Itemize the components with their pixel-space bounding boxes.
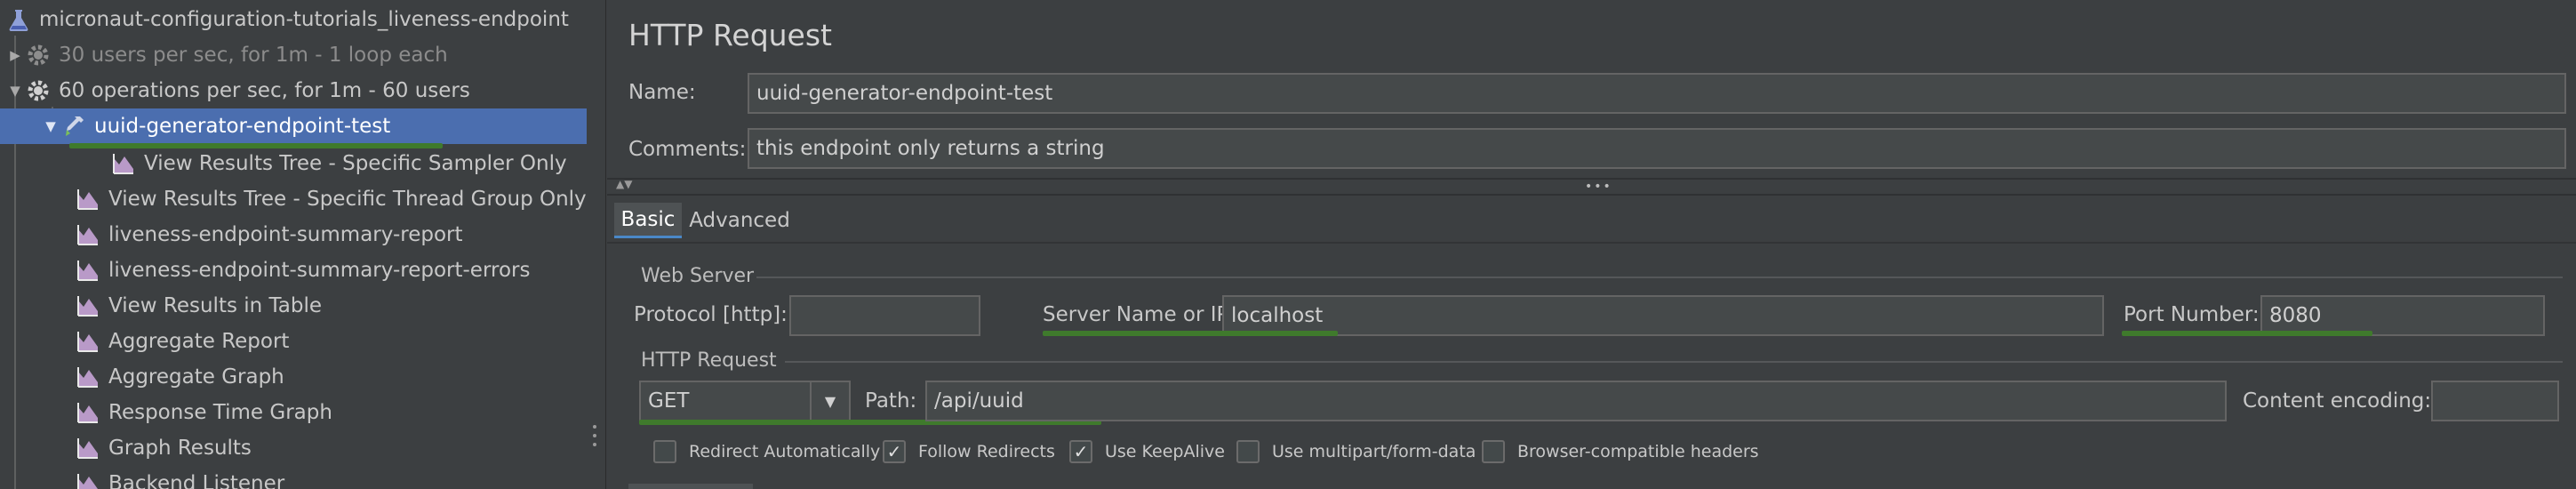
tree-item-listener[interactable]: View Results Tree - Specific Thread Grou… [0,181,587,217]
tab-advanced[interactable]: Advanced [685,203,794,238]
tree-item-label: View Results Tree - Specific Thread Grou… [108,188,587,211]
checkbox-box[interactable] [1236,440,1260,463]
chevron-right-icon[interactable]: ▶ [5,45,25,65]
http-request-section-label: HTTP Request [641,349,777,372]
graph-icon [75,399,101,426]
test-plan-tree[interactable]: micronaut-configuration-tutorials_livene… [0,0,587,489]
flask-icon [5,6,32,33]
tree-item-listener[interactable]: liveness-endpoint-summary-report [0,217,587,253]
redirect-automatically-checkbox[interactable]: Redirect Automatically [653,440,880,463]
annotation-underline [1043,331,1338,336]
tree-item-listener[interactable]: Aggregate Graph [0,359,587,395]
graph-icon [75,186,101,212]
resize-grip-icon[interactable]: ••• [1585,180,1612,194]
graph-icon [75,364,101,390]
tree-item-label: View Results Tree - Specific Sampler Onl… [144,152,567,175]
checkbox-box[interactable]: ✓ [1069,440,1092,463]
http-request-form: HTTP Request Name: uuid-generator-endpoi… [607,0,2576,489]
tree-item-label: 60 operations per sec, for 1m - 60 users [59,79,470,102]
tree-item-listener[interactable]: Response Time Graph [0,395,587,430]
tree-item-listener[interactable]: Backend Listener [0,466,587,489]
checkbox-label: Use multipart/form-data [1272,442,1476,461]
tree-item-listener[interactable]: Aggregate Report [0,324,587,359]
tree-item-http-sampler[interactable]: ▼ uuid-generator-endpoint-test [0,108,587,144]
section-divider [756,277,2563,278]
path-label: Path: [865,389,917,413]
port-number-label: Port Number: [2124,303,2260,326]
comments-input[interactable]: this endpoint only returns a string [748,128,2566,169]
tree-item-thread-group[interactable]: ▼ 60 operations per sec, for 1m - 60 use… [0,73,587,108]
content-encoding-input[interactable] [2431,381,2559,421]
checkbox-label: Follow Redirects [918,442,1055,461]
chevron-down-icon[interactable]: ▼ [810,382,849,420]
protocol-label: Protocol [http]: [634,303,788,326]
section-divider [785,361,2563,363]
tree-item-label: 30 users per sec, for 1m - 1 loop each [59,44,448,67]
tree-item-test-plan[interactable]: micronaut-configuration-tutorials_livene… [0,2,587,37]
path-input[interactable]: /api/uuid [925,381,2227,421]
graph-icon [75,293,101,319]
graph-icon [75,328,101,355]
server-name-input[interactable]: localhost [1222,295,2104,336]
next-section-edge [628,484,753,489]
comments-label: Comments: [628,138,747,161]
panel-splitter[interactable] [587,0,606,489]
tree-item-listener[interactable]: View Results Tree - Specific Sampler Onl… [0,146,587,181]
name-input[interactable]: uuid-generator-endpoint-test [748,73,2566,114]
tree-item-label: uuid-generator-endpoint-test [94,115,391,138]
name-label: Name: [628,81,696,104]
tree-item-listener[interactable]: liveness-endpoint-summary-report-errors [0,253,587,288]
checkbox-label: Use KeepAlive [1105,442,1225,461]
chevron-down-icon[interactable]: ▼ [41,116,60,136]
method-select[interactable]: GET ▼ [639,381,851,421]
tree-item-listener[interactable]: Graph Results [0,430,587,466]
tab-basic[interactable]: Basic [614,203,682,238]
tree-item-label: Graph Results [108,437,252,460]
checkbox-label: Browser-compatible headers [1517,442,1759,461]
pipette-icon [60,113,87,140]
divider [607,194,2576,196]
page-title: HTTP Request [628,18,832,52]
annotation-underline [2122,331,2372,336]
gear-icon [25,77,52,104]
checkbox-box[interactable] [1482,440,1505,463]
content-encoding-label: Content encoding: [2243,389,2432,413]
divider [607,242,2576,244]
tree-item-label: Aggregate Graph [108,365,284,389]
collapse-arrows-icon[interactable]: ▲▼ [616,178,632,190]
checkbox-label: Redirect Automatically [689,442,881,461]
method-select-value: GET [648,389,690,413]
tree-item-label: View Results in Table [108,294,323,317]
tree-item-label: Response Time Graph [108,401,332,424]
use-keepalive-checkbox[interactable]: ✓ Use KeepAlive [1069,440,1225,463]
gear-icon [25,42,52,68]
tree-item-label: liveness-endpoint-summary-report [108,223,463,246]
checkbox-box[interactable]: ✓ [883,440,906,463]
server-name-label: Server Name or IP: [1043,303,1236,326]
tree-item-listener[interactable]: View Results in Table [0,288,587,324]
protocol-input[interactable] [789,295,980,336]
graph-icon [110,150,137,177]
tree-item-label: liveness-endpoint-summary-report-errors [108,259,531,282]
graph-icon [75,221,101,248]
tree-item-label: Aggregate Report [108,330,290,353]
graph-icon [75,470,101,489]
follow-redirects-checkbox[interactable]: ✓ Follow Redirects [883,440,1055,463]
chevron-down-icon[interactable]: ▼ [5,81,25,100]
web-server-section-label: Web Server [641,265,755,287]
use-multipart-checkbox[interactable]: Use multipart/form-data [1236,440,1476,463]
graph-icon [75,435,101,461]
tree-item-label: Backend Listener [108,472,285,489]
tree-item-label: micronaut-configuration-tutorials_livene… [39,8,569,31]
splitter-grip-icon [593,425,598,452]
checkbox-box[interactable] [653,440,676,463]
browser-compatible-headers-checkbox[interactable]: Browser-compatible headers [1482,440,1759,463]
tree-item-thread-group[interactable]: ▶ 30 users per sec, for 1m - 1 loop each [0,37,587,73]
graph-icon [75,257,101,284]
